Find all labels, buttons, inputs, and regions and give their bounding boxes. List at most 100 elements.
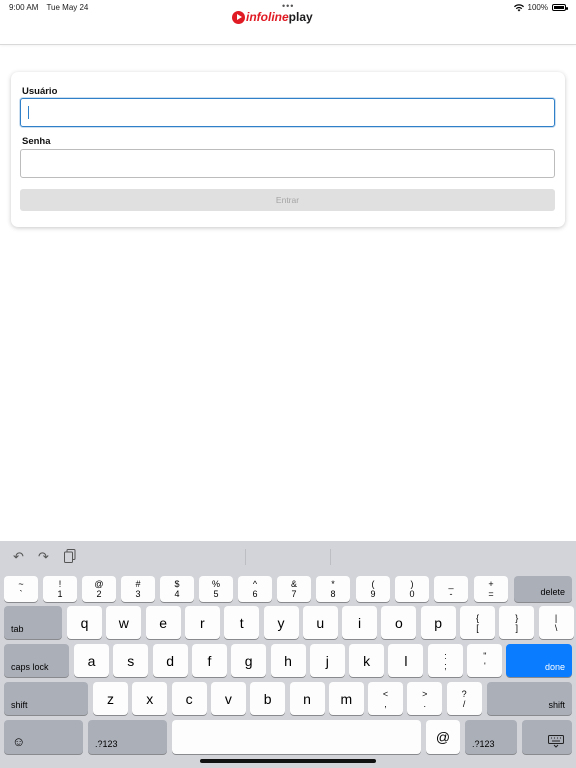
- key-a[interactable]: a: [74, 644, 109, 677]
- key-shift-glyph: ": [483, 650, 487, 661]
- keyboard-dismiss-icon: [548, 735, 564, 748]
- redo-icon[interactable]: ↷: [38, 549, 49, 565]
- key-f[interactable]: f: [191, 644, 227, 677]
- username-input[interactable]: [20, 98, 555, 127]
- key-main-glyph: .: [423, 698, 427, 709]
- toolbar-divider: [330, 549, 331, 565]
- key-symbol-z-0[interactable]: <,: [368, 682, 403, 715]
- key-c[interactable]: c: [171, 682, 207, 715]
- password-label: Senha: [22, 136, 51, 147]
- toolbar-divider: [245, 549, 246, 565]
- key-h[interactable]: h: [270, 644, 306, 677]
- text-caret: [28, 106, 29, 119]
- key-shift-glyph: >: [422, 688, 428, 699]
- key-shift-glyph: ?: [461, 688, 467, 699]
- right-shift-key[interactable]: shift: [487, 682, 572, 715]
- key-symbol-a-0[interactable]: :;: [428, 644, 463, 677]
- key-d[interactable]: d: [152, 644, 188, 677]
- key-main-glyph: /: [462, 698, 466, 709]
- undo-icon[interactable]: ↶: [13, 549, 24, 565]
- key-e[interactable]: e: [145, 606, 181, 639]
- key-shift-glyph: !: [58, 579, 62, 589]
- key-number-9[interactable]: (9: [356, 576, 390, 602]
- paste-icon[interactable]: [64, 549, 76, 566]
- key-o[interactable]: o: [381, 606, 417, 639]
- key-main-glyph: \: [554, 622, 558, 633]
- key-number-0[interactable]: ) 0: [395, 576, 429, 602]
- key-number-6[interactable]: ^ 6: [238, 576, 272, 602]
- key-main-glyph: `: [19, 589, 23, 599]
- done-key[interactable]: done: [506, 644, 572, 677]
- key-y[interactable]: y: [263, 606, 299, 639]
- numbers-toggle-key-left[interactable]: .?123: [88, 720, 167, 754]
- key-number--[interactable]: _ -: [434, 576, 468, 602]
- key-number-7[interactable]: & 7: [277, 576, 311, 602]
- left-shift-key[interactable]: shift: [4, 682, 88, 715]
- delete-key[interactable]: delete: [514, 576, 572, 602]
- key-main-glyph: 9: [370, 589, 376, 599]
- key-l[interactable]: l: [388, 644, 424, 677]
- key-g[interactable]: g: [231, 644, 267, 677]
- key-b[interactable]: b: [250, 682, 286, 715]
- key-number-=[interactable]: + =: [474, 576, 508, 602]
- key-main-glyph: ]: [515, 622, 519, 633]
- key-main-glyph: 6: [252, 589, 258, 599]
- key-shift-glyph: _: [448, 579, 454, 589]
- key-number-5[interactable]: % 5: [199, 576, 233, 602]
- key-number-3[interactable]: #3: [121, 576, 155, 602]
- key-shift-glyph: :: [444, 650, 447, 661]
- key-x[interactable]: x: [132, 682, 168, 715]
- key-symbol-1[interactable]: }]: [499, 606, 535, 639]
- emoji-icon: ☺: [12, 734, 26, 749]
- key-n[interactable]: n: [289, 682, 325, 715]
- key-number-4[interactable]: $4: [160, 576, 194, 602]
- key-shift-glyph: ~: [18, 579, 24, 589]
- key-number-8[interactable]: * 8: [316, 576, 350, 602]
- login-button[interactable]: Entrar: [20, 189, 555, 211]
- key-w[interactable]: w: [106, 606, 142, 639]
- key-shift-glyph: ): [410, 579, 414, 589]
- space-key[interactable]: [172, 720, 421, 754]
- numbers-toggle-key-right[interactable]: .?123: [465, 720, 517, 754]
- key-symbol-a-1[interactable]: " ': [467, 644, 503, 677]
- key-symbol-z-2[interactable]: ? /: [446, 682, 482, 715]
- key-v[interactable]: v: [210, 682, 246, 715]
- key-shift-glyph: %: [211, 579, 220, 589]
- key-j[interactable]: j: [309, 644, 345, 677]
- key-symbol-z-1[interactable]: >.: [407, 682, 443, 715]
- key-number-2[interactable]: @2: [82, 576, 116, 602]
- login-card: Usuário Senha Entrar: [11, 72, 565, 227]
- key-r[interactable]: r: [184, 606, 220, 639]
- app-header: infoline play: [0, 0, 576, 45]
- key-shift-glyph: +: [488, 579, 494, 589]
- key-symbol-0[interactable]: {[: [460, 606, 495, 639]
- key-p[interactable]: p: [420, 606, 456, 639]
- key-main-glyph: ;: [444, 660, 447, 671]
- keyboard-dismiss-key[interactable]: [522, 720, 572, 754]
- key-shift-glyph: |: [554, 612, 558, 623]
- key-shift-glyph: <: [382, 688, 389, 699]
- key-shift-glyph: @: [94, 579, 104, 589]
- key-u[interactable]: u: [302, 606, 338, 639]
- key-k[interactable]: k: [349, 644, 385, 677]
- key-m[interactable]: m: [328, 682, 364, 715]
- onscreen-keyboard: ↶ ↷ ~ `! 1 @2 #3 $4% 5 ^ 6 & 7 * 8(9) 0 _ - + = delete tab q…: [0, 541, 576, 768]
- key-main-glyph: 8: [330, 589, 336, 599]
- at-key[interactable]: @: [426, 720, 460, 754]
- key-number-`[interactable]: ~ `: [4, 576, 38, 602]
- key-t[interactable]: t: [224, 606, 260, 639]
- password-input[interactable]: [20, 149, 555, 178]
- key-i[interactable]: i: [342, 606, 378, 639]
- key-q[interactable]: q: [67, 606, 102, 639]
- caps-lock-key[interactable]: caps lock: [4, 644, 69, 677]
- emoji-key[interactable]: ☺: [4, 720, 83, 754]
- key-symbol-2[interactable]: | \: [538, 606, 574, 639]
- key-number-1[interactable]: ! 1: [43, 576, 77, 602]
- logo-text-play: play: [288, 10, 313, 24]
- key-s[interactable]: s: [113, 644, 149, 677]
- key-main-glyph: [: [476, 622, 479, 633]
- key-shift-glyph: (: [371, 579, 375, 589]
- key-main-glyph: 3: [135, 589, 141, 599]
- key-z[interactable]: z: [93, 682, 128, 715]
- tab-key[interactable]: tab: [4, 606, 62, 639]
